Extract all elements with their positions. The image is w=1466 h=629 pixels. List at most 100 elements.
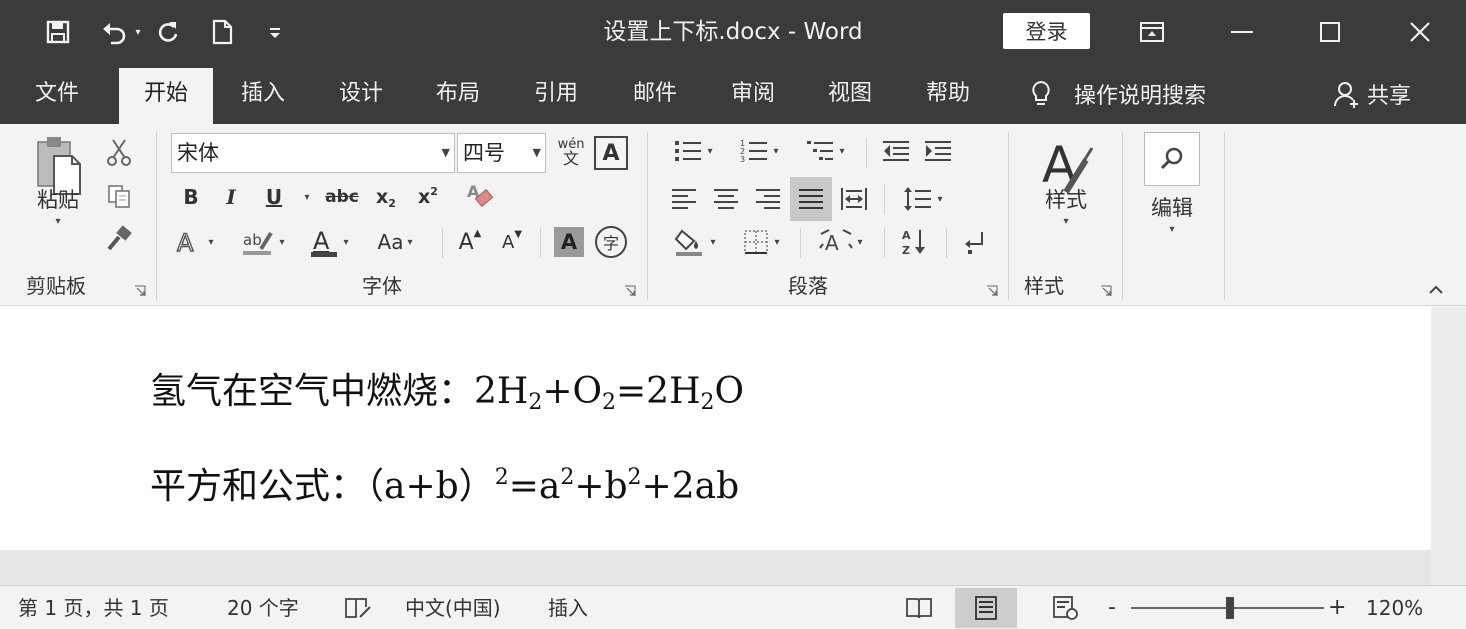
- group-divider: [647, 132, 648, 300]
- tab-design[interactable]: 设计: [324, 64, 398, 124]
- svg-text:3: 3: [740, 155, 745, 164]
- multilevel-list-icon[interactable]: ▾: [796, 134, 854, 168]
- tab-mailings[interactable]: 邮件: [618, 64, 692, 124]
- svg-text:A: A: [825, 231, 839, 255]
- save-icon[interactable]: [40, 14, 76, 50]
- word-count-status[interactable]: 20 个字: [227, 586, 299, 629]
- tab-home[interactable]: 开始: [119, 68, 213, 128]
- zoom-out-button[interactable]: -: [1108, 586, 1116, 629]
- inline-divider: [540, 228, 541, 258]
- tab-review[interactable]: 审阅: [716, 64, 790, 124]
- print-layout-icon[interactable]: [955, 588, 1017, 628]
- distributed-align-icon[interactable]: [834, 179, 874, 219]
- underline-dropdown-icon[interactable]: ▾: [296, 179, 318, 215]
- grow-font-button[interactable]: A ▲: [452, 222, 488, 262]
- customize-qat-icon[interactable]: [260, 14, 290, 50]
- line-spacing-icon[interactable]: ▾: [894, 179, 952, 219]
- document-page[interactable]: 氢气在空气中燃烧：2H2+O2=2H2O 平方和公式：（a+b）2=a2+b2+…: [0, 307, 1431, 550]
- borders-icon[interactable]: ▾: [732, 222, 790, 262]
- tab-file[interactable]: 文件: [20, 64, 94, 124]
- shrink-font-button[interactable]: A ▼: [494, 222, 530, 262]
- decrease-indent-icon[interactable]: [876, 134, 916, 168]
- styles-launcher-icon[interactable]: [1100, 282, 1112, 296]
- tab-layout[interactable]: 布局: [421, 64, 495, 124]
- font-name-value: 宋体: [177, 141, 219, 165]
- language-status[interactable]: 中文(中国): [405, 586, 501, 629]
- maximize-icon[interactable]: [1302, 14, 1358, 50]
- share-button[interactable]: 共享: [1333, 64, 1411, 124]
- text-effects-icon[interactable]: A ▾: [174, 222, 214, 262]
- underline-button[interactable]: U: [254, 179, 294, 215]
- cut-icon[interactable]: [102, 136, 136, 168]
- sort-icon[interactable]: AZ: [894, 222, 936, 262]
- tell-me-search[interactable]: 操作说明搜索: [1030, 64, 1206, 124]
- styles-button[interactable]: A 样式 ▾: [1028, 134, 1104, 227]
- phonetic-guide-button[interactable]: wén 文: [552, 132, 590, 172]
- line2-superscript: 2: [494, 465, 509, 490]
- tab-references[interactable]: 引用: [519, 64, 593, 124]
- ribbon-tabs: 文件 开始 插入 设计 布局 引用 邮件 审阅 视图 帮助 操作说明搜索 共享: [0, 64, 1466, 128]
- increase-indent-icon[interactable]: [918, 134, 958, 168]
- redo-icon[interactable]: [150, 14, 186, 50]
- tab-help[interactable]: 帮助: [911, 64, 985, 124]
- align-right-icon[interactable]: [748, 179, 788, 219]
- subscript-button[interactable]: x2: [366, 179, 406, 215]
- close-icon[interactable]: [1392, 14, 1448, 50]
- bullets-icon[interactable]: ▾: [664, 134, 722, 168]
- page-count-status[interactable]: 第 1 页，共 1 页: [18, 586, 169, 629]
- vertical-scrollbar[interactable]: [1431, 307, 1466, 585]
- align-center-icon[interactable]: [706, 179, 746, 219]
- italic-button[interactable]: I: [214, 179, 248, 215]
- format-painter-icon[interactable]: [102, 222, 136, 254]
- new-document-icon[interactable]: [204, 14, 240, 50]
- person-add-icon: [1333, 80, 1361, 108]
- clear-formatting-icon[interactable]: A: [460, 177, 502, 217]
- shading-icon[interactable]: ▾: [664, 222, 726, 262]
- justify-icon[interactable]: [790, 177, 832, 221]
- numbering-icon[interactable]: 123 ▾: [730, 134, 788, 168]
- font-size-combo[interactable]: 四号 ▼: [457, 133, 546, 173]
- group-divider: [156, 132, 157, 300]
- web-layout-icon[interactable]: [1034, 588, 1096, 628]
- line2-superscript: 2: [560, 465, 575, 490]
- collapse-ribbon-icon[interactable]: [1422, 278, 1450, 302]
- align-left-icon[interactable]: [664, 179, 704, 219]
- read-mode-icon[interactable]: [888, 588, 950, 628]
- highlight-color-icon[interactable]: ab ▾: [234, 222, 292, 262]
- font-launcher-icon[interactable]: [624, 282, 636, 296]
- font-color-icon[interactable]: A ▾: [302, 222, 356, 262]
- paragraph-launcher-icon[interactable]: [986, 282, 998, 296]
- lightbulb-icon: [1030, 80, 1052, 108]
- font-name-combo[interactable]: 宋体 ▼: [171, 133, 455, 173]
- tab-insert[interactable]: 插入: [226, 64, 300, 124]
- insert-mode-status[interactable]: 插入: [548, 586, 588, 629]
- minimize-icon[interactable]: [1214, 14, 1270, 50]
- character-border-button[interactable]: A: [594, 136, 628, 170]
- enclose-characters-button[interactable]: 字: [595, 226, 627, 258]
- bold-button[interactable]: B: [174, 179, 208, 215]
- inline-divider: [946, 228, 947, 258]
- zoom-level[interactable]: 120%: [1366, 586, 1423, 629]
- superscript-x: x: [418, 186, 431, 208]
- editing-button[interactable]: 编辑 ▾: [1140, 132, 1204, 235]
- zoom-slider-thumb[interactable]: [1226, 597, 1234, 619]
- inline-divider: [884, 228, 885, 258]
- ribbon-display-options-icon[interactable]: [1124, 14, 1180, 50]
- copy-icon[interactable]: [102, 180, 136, 212]
- subscript-x: x: [376, 186, 389, 208]
- change-case-button[interactable]: Aa ▾: [366, 222, 424, 262]
- tab-view[interactable]: 视图: [813, 64, 887, 124]
- chinese-layout-icon[interactable]: A ▾: [810, 222, 872, 262]
- character-shading-button[interactable]: A: [554, 227, 584, 257]
- login-button[interactable]: 登录: [1003, 13, 1090, 49]
- strikethrough-button[interactable]: abc: [322, 179, 362, 215]
- quick-access-toolbar: ▾: [40, 14, 290, 50]
- undo-icon[interactable]: ▾: [96, 14, 146, 50]
- svg-text:A: A: [177, 229, 194, 257]
- clipboard-launcher-icon[interactable]: [134, 282, 146, 296]
- zoom-in-button[interactable]: +: [1328, 586, 1346, 629]
- superscript-button[interactable]: x2: [408, 179, 448, 215]
- show-marks-icon[interactable]: [956, 222, 992, 262]
- paste-button[interactable]: 粘贴 ▾: [26, 134, 90, 227]
- proofing-icon[interactable]: [344, 586, 374, 629]
